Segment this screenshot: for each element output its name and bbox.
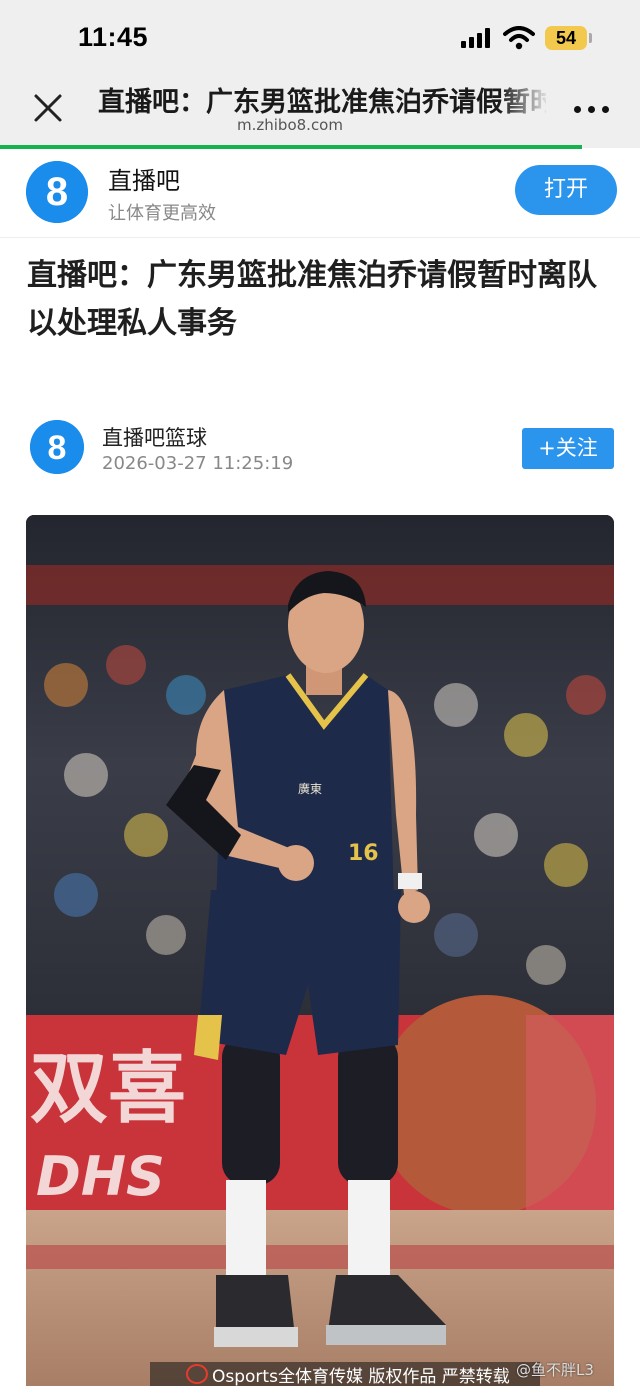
browser-bar: 直播吧：广东男篮批准焦泊乔请假暂时离队以处理私人事务 m.zhibo8.com (0, 72, 640, 148)
status-bar: 11:45 54 (0, 0, 640, 72)
jersey-number-text: 16 (348, 841, 379, 866)
browser-url: m.zhibo8.com (237, 116, 343, 134)
watermark: @鱼不胖L3 (516, 1361, 594, 1379)
ad-board-text: 双喜 (30, 1044, 186, 1134)
photo-caption: Osports全体育传媒 版权作品 严禁转载 (212, 1367, 510, 1387)
battery-tip (589, 33, 592, 43)
app-slogan: 让体育更高效 (108, 203, 216, 224)
more-icon[interactable] (574, 106, 610, 114)
ad-board-sub: DHS (36, 1145, 165, 1208)
app-logo-icon: 8 (26, 161, 88, 223)
article-photo[interactable]: 双喜 DHS 廣東 16 (26, 515, 614, 1386)
author-name[interactable]: 直播吧篮球 (102, 422, 207, 452)
signal-icon (461, 28, 495, 48)
app-name: 直播吧 (108, 167, 180, 195)
wifi-icon (503, 26, 535, 50)
browser-page-title: 直播吧：广东男篮批准焦泊乔请假暂时离队以处理私人事务 (98, 87, 546, 118)
follow-button[interactable]: +关注 (522, 428, 614, 469)
svg-text:8: 8 (48, 429, 67, 467)
osports-logo-icon (186, 1364, 208, 1384)
article-title: 直播吧：广东男篮批准焦泊乔请假暂时离队以处理私人事务 (27, 258, 597, 341)
svg-text:8: 8 (46, 170, 68, 214)
publish-time: 2026-03-27 11:25:19 (102, 453, 294, 474)
title-fade (500, 80, 550, 120)
author-avatar-icon[interactable]: 8 (30, 420, 84, 474)
open-app-button[interactable]: 打开 (515, 165, 617, 215)
battery-icon: 54 (545, 26, 587, 50)
status-time: 11:45 (78, 22, 149, 52)
jersey-team-text: 廣東 (298, 782, 322, 796)
app-download-banner: 8 直播吧 让体育更高效 打开 (0, 149, 640, 238)
close-icon[interactable] (32, 92, 64, 124)
player-photo-illustration: 双喜 DHS 廣東 16 (26, 515, 614, 1386)
